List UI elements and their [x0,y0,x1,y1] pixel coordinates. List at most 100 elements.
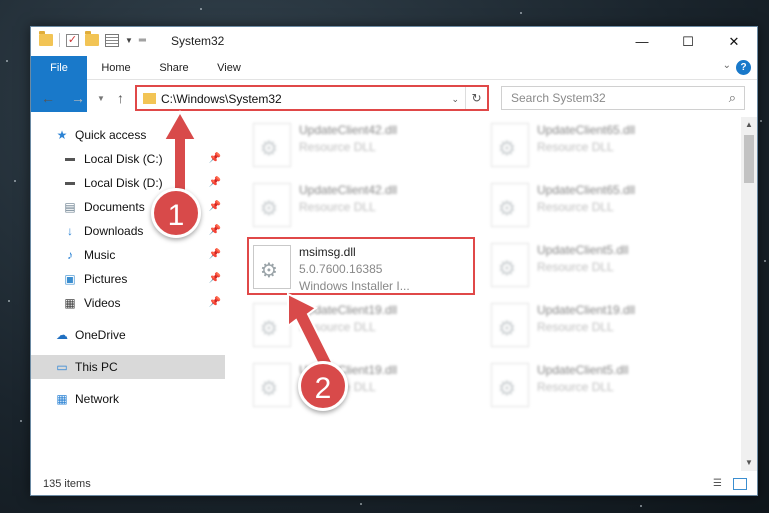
tab-view[interactable]: View [203,56,255,80]
sidebar-item-pictures[interactable]: ▣ Pictures 📌 [31,267,225,291]
minimize-button[interactable]: — [619,27,665,56]
sidebar-item-videos[interactable]: ▦ Videos 📌 [31,291,225,315]
file-description: Resource DLL [537,320,614,334]
sidebar-item-label: Downloads [84,224,144,238]
file-name: msimsg.dll [299,245,356,259]
search-box[interactable]: ⌕ [501,86,745,110]
file-description: Resource DLL [299,140,376,154]
sidebar-item-label: OneDrive [75,328,126,342]
cloud-icon: ☁ [56,328,68,342]
tab-share[interactable]: Share [145,56,203,80]
folder-icon[interactable] [39,31,53,46]
download-icon: ↓ [67,224,73,238]
sidebar-item-label: Documents [84,200,145,214]
gear-icon: ⚙ [260,260,278,282]
file-description: Resource DLL [537,200,614,214]
file-item[interactable]: ⚙ UpdateClient42.dll Resource DLL [249,117,469,173]
customize-toolbar-icon[interactable] [105,33,119,47]
toolbar-separator [59,33,60,47]
file-item[interactable]: ⚙ UpdateClient65.dll Resource DLL [487,117,707,173]
help-icon[interactable]: ? [736,60,751,75]
file-description: Resource DLL [537,260,614,274]
search-input[interactable] [502,87,712,109]
refresh-icon[interactable]: ↻ [465,87,487,109]
window-title: System32 [171,34,225,48]
folder-icon [143,93,156,104]
scroll-down-icon[interactable]: ▼ [741,455,757,471]
sidebar-item-label: Pictures [84,272,128,286]
file-explorer-window: ✓ ▼ ═ System32 — ☐ ✕ File Home Share Vie… [30,26,758,496]
search-icon[interactable]: ⌕ [729,90,736,106]
pin-icon[interactable]: 📌 [209,201,221,212]
close-button[interactable]: ✕ [711,27,757,56]
file-item[interactable]: ⚙ UpdateClient5.dll Resource DLL [487,237,707,293]
computer-icon: ▭ [56,360,68,374]
sidebar-item-label: This PC [75,360,118,374]
large-icons-view-icon[interactable] [733,478,747,490]
file-name: UpdateClient65.dll [537,123,636,137]
gear-icon: ⚙ [260,378,278,400]
status-bar: 135 items ☰ [31,473,757,497]
expand-ribbon-icon[interactable]: ⌄ [723,60,731,71]
back-arrow-icon[interactable]: ← [41,90,55,106]
file-item-msimsg[interactable]: ⚙ msimsg.dll 5.0.7600.16385 Windows Inst… [247,237,475,295]
file-item[interactable]: ⚙ UpdateClient19.dll Resource DLL [487,297,707,353]
sidebar-item-this-pc[interactable]: ▭ This PC [31,355,225,379]
file-item[interactable]: ⚙ UpdateClient42.dll Resource DLL [249,177,469,233]
drive-icon: ▬ [65,153,75,164]
gear-icon: ⚙ [260,198,278,220]
title-bar: ✓ ▼ ═ System32 — ☐ ✕ [31,27,757,56]
pin-icon[interactable]: 📌 [209,153,221,164]
details-view-icon[interactable]: ☰ [713,478,727,490]
sidebar-item-network[interactable]: ▦ Network [31,387,225,411]
pin-icon[interactable]: 📌 [209,297,221,308]
gear-icon: ⚙ [260,318,278,340]
file-item[interactable]: ⚙ UpdateClient5.dll Resource DLL [487,357,707,413]
gear-icon: ⚙ [498,378,516,400]
chevron-down-icon[interactable]: ⌄ [451,94,459,105]
sidebar-item-label: Videos [84,296,121,310]
pin-icon[interactable]: 📌 [209,273,221,284]
star-icon: ★ [56,128,68,142]
network-icon: ▦ [56,392,68,406]
dll-file-icon: ⚙ [253,123,291,167]
address-path[interactable]: C:\Windows\System32 [161,92,282,106]
pin-icon[interactable]: 📌 [209,225,221,236]
dll-file-icon: ⚙ [491,363,529,407]
window-controls: — ☐ ✕ [619,27,757,56]
sidebar-item-label: Network [75,392,120,406]
step-badge-2: 2 [298,361,348,411]
dll-file-icon: ⚙ [491,303,529,347]
sidebar-item-music[interactable]: ♪ Music 📌 [31,243,225,267]
scroll-up-icon[interactable]: ▲ [741,117,757,133]
scrollbar-thumb[interactable] [744,135,754,183]
file-version: 5.0.7600.16385 [299,262,383,276]
file-name: UpdateClient42.dll [299,183,398,197]
pin-icon[interactable]: 📌 [209,177,221,188]
file-name: UpdateClient65.dll [537,183,636,197]
gear-icon: ⚙ [498,138,516,160]
file-name: UpdateClient19.dll [537,303,636,317]
documents-icon: ▤ [64,200,76,214]
sidebar-item-onedrive[interactable]: ☁ OneDrive [31,323,225,347]
up-arrow-icon[interactable]: ↑ [117,90,124,106]
dll-file-icon: ⚙ [253,183,291,227]
tab-home[interactable]: Home [87,56,145,80]
pin-icon[interactable]: 📌 [209,249,221,260]
videos-icon: ▦ [64,296,76,310]
dll-file-icon: ⚙ [253,245,291,289]
recent-locations-chevron-icon[interactable]: ▼ [97,94,105,103]
new-folder-icon[interactable] [85,31,99,46]
file-description: Resource DLL [537,380,614,394]
forward-arrow-icon[interactable]: → [71,90,85,106]
maximize-button[interactable]: ☐ [665,27,711,56]
chevron-down-icon[interactable]: ▼ [125,36,133,45]
properties-check-icon[interactable]: ✓ [66,33,79,47]
toolbar-overflow-icon[interactable]: ═ [139,35,146,46]
gear-icon: ⚙ [498,318,516,340]
ribbon-tabs: File Home Share View ⌄ ? [31,56,757,112]
vertical-scrollbar[interactable]: ▲ ▼ [741,117,757,471]
dll-file-icon: ⚙ [491,183,529,227]
file-name: UpdateClient42.dll [299,123,398,137]
file-item[interactable]: ⚙ UpdateClient65.dll Resource DLL [487,177,707,233]
